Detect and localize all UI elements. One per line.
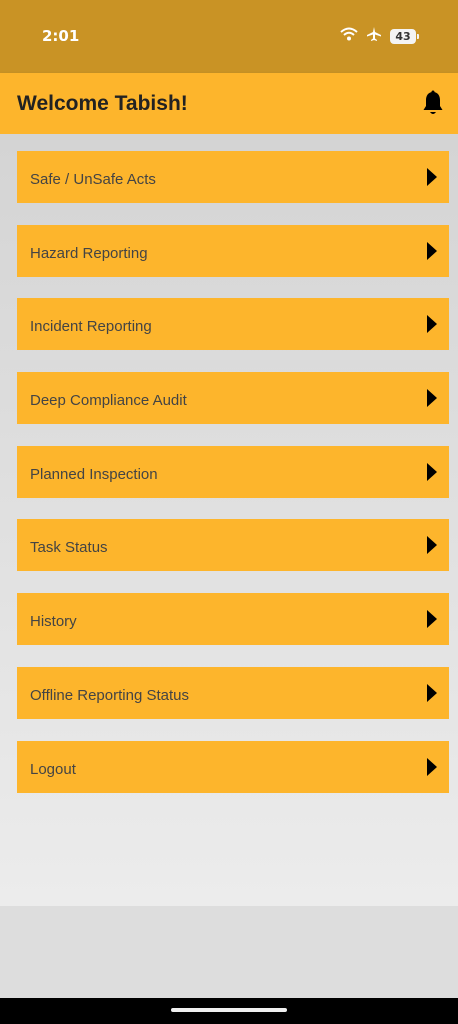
menu-item-offline-reporting-status[interactable]: Offline Reporting Status: [17, 666, 449, 719]
menu-item-label: Safe / UnSafe Acts: [30, 171, 156, 188]
menu-item-planned-inspection[interactable]: Planned Inspection: [17, 445, 449, 498]
chevron-right-icon: [427, 536, 437, 555]
chevron-right-icon: [427, 241, 437, 260]
navigation-bar: [0, 998, 458, 1024]
menu-item-hazard-reporting[interactable]: Hazard Reporting: [17, 224, 449, 277]
battery-level: 43: [395, 30, 411, 43]
menu-item-logout[interactable]: Logout: [17, 740, 449, 793]
menu-item-label: Logout: [30, 760, 76, 778]
chevron-right-icon: [427, 462, 437, 481]
chevron-right-icon: [427, 315, 437, 334]
menu-item-label: Deep Compliance Audit: [30, 392, 187, 410]
chevron-right-icon: [427, 757, 437, 776]
chevron-right-icon: [427, 610, 437, 629]
status-bar: 2:01 43: [0, 0, 458, 73]
chevron-right-icon: [427, 683, 437, 702]
menu-list: Safe / UnSafe Acts Hazard Reporting Inci…: [17, 151, 449, 814]
chevron-right-icon: [427, 389, 437, 408]
status-time: 2:01: [42, 27, 80, 45]
page-title: Welcome Tabish!: [17, 92, 188, 115]
menu-item-label: Task Status: [30, 539, 108, 557]
menu-item-label: Incident Reporting: [30, 318, 152, 336]
menu-item-label: History: [30, 613, 77, 631]
menu-item-task-status[interactable]: Task Status: [17, 519, 449, 572]
menu-item-history[interactable]: History: [17, 593, 449, 646]
app-header: Welcome Tabish!: [0, 73, 458, 134]
menu-item-label: Hazard Reporting: [30, 244, 148, 262]
bell-icon[interactable]: [422, 90, 444, 121]
menu-area: Safe / UnSafe Acts Hazard Reporting Inci…: [0, 134, 458, 906]
status-icons: 43: [340, 26, 419, 47]
battery-icon: 43: [390, 29, 419, 44]
airplane-icon: [366, 26, 382, 47]
menu-item-incident-reporting[interactable]: Incident Reporting: [17, 298, 449, 351]
menu-item-label: Planned Inspection: [30, 465, 158, 483]
menu-item-deep-compliance-audit[interactable]: Deep Compliance Audit: [17, 372, 449, 425]
menu-item-label: Offline Reporting Status: [30, 686, 189, 704]
wifi-icon: [340, 27, 358, 46]
menu-item-safe-unsafe-acts[interactable]: Safe / UnSafe Acts: [17, 151, 449, 203]
home-indicator[interactable]: [171, 1008, 287, 1012]
chevron-right-icon: [427, 168, 437, 186]
bottom-area: [0, 906, 458, 998]
